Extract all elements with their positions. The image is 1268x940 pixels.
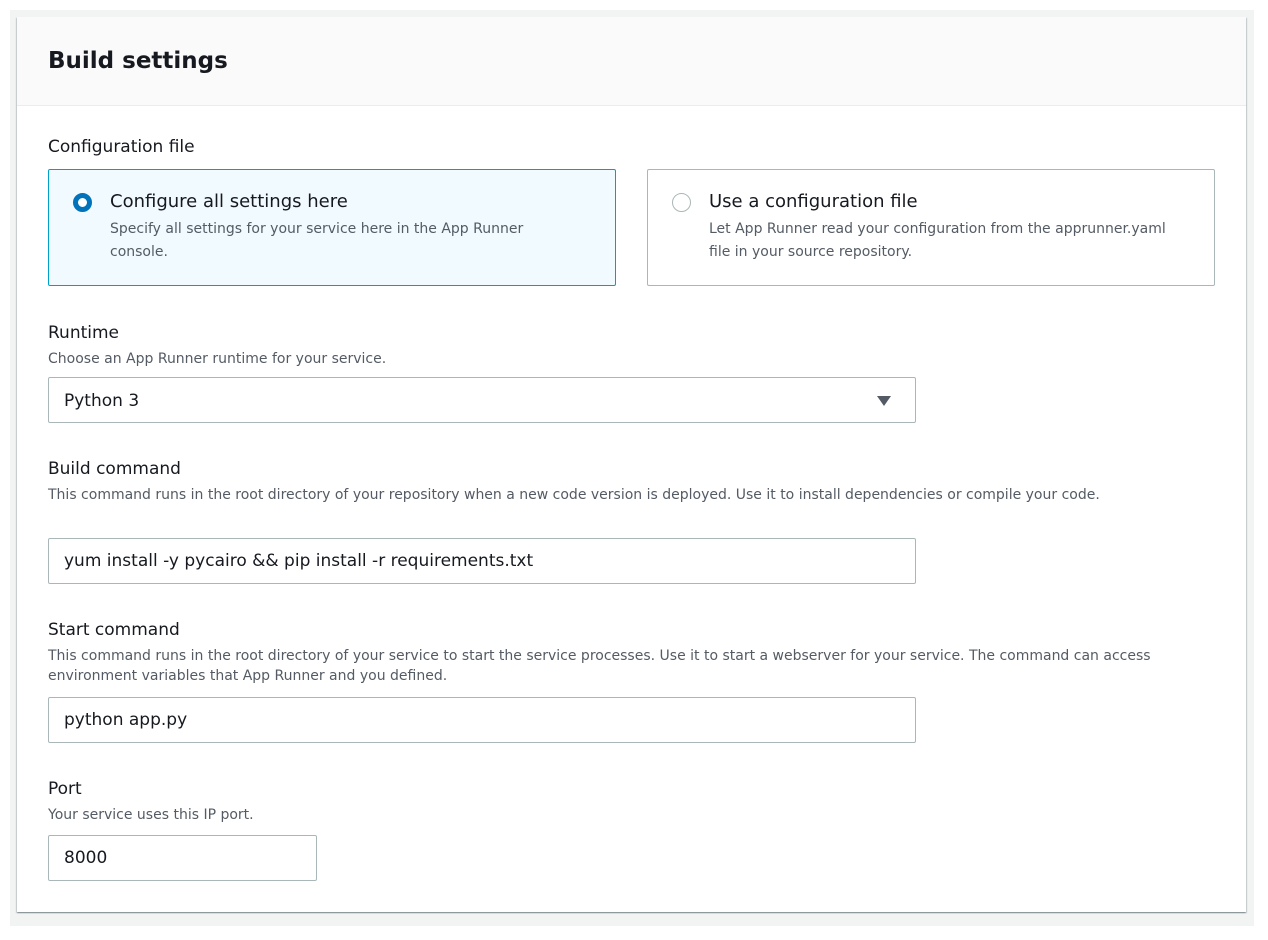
port-label: Port [48,779,82,799]
port-input[interactable] [48,835,317,881]
option-description: Let App Runner read your configuration f… [709,221,1166,260]
option-title: Use a configuration file [709,191,918,212]
panel-header: Build settings [17,17,1246,106]
runtime-value: Python 3 [64,391,140,411]
option-title: Configure all settings here [110,191,348,212]
radio-unselected-icon[interactable] [672,193,691,212]
start-command-input[interactable] [48,697,916,743]
build-settings-panel: Build settings Configuration file Config… [17,17,1246,912]
build-command-label: Build command [48,459,181,479]
radio-selected-icon[interactable] [73,193,92,212]
build-command-input[interactable] [48,538,916,584]
port-description: Your service uses this IP port. [48,807,254,823]
runtime-select[interactable]: Python 3 [48,377,916,423]
use-config-file-option[interactable]: Use a configuration file Let App Runner … [647,169,1215,286]
configure-here-option[interactable]: Configure all settings here Specify all … [48,169,616,286]
runtime-label: Runtime [48,323,120,343]
panel-title: Build settings [48,48,228,74]
start-command-description: This command runs in the root directory … [48,648,1151,684]
configuration-file-label: Configuration file [48,137,195,157]
build-command-description: This command runs in the root directory … [48,487,1100,503]
runtime-description: Choose an App Runner runtime for your se… [48,351,387,367]
option-description: Specify all settings for your service he… [110,221,524,260]
start-command-label: Start command [48,620,180,640]
caret-down-icon [877,396,891,406]
